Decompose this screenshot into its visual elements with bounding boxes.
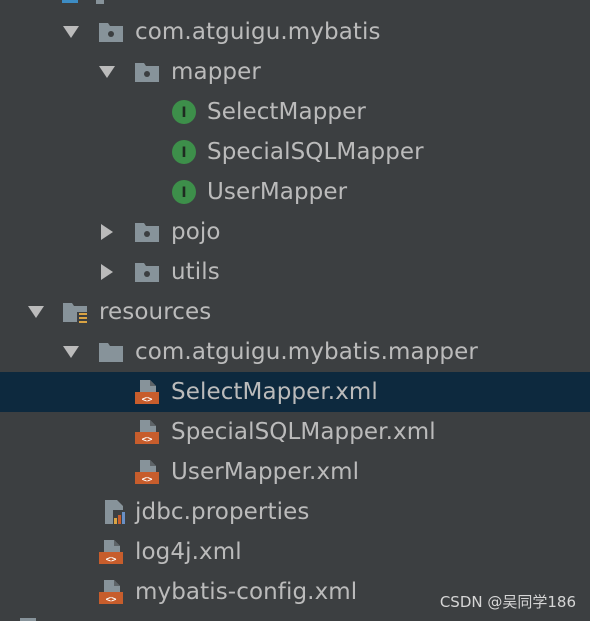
interface-badge: I [181, 105, 186, 121]
project-tree: com.atguigu.mybatis mapper I SelectMappe… [0, 0, 590, 621]
xml-badge: <> [106, 595, 117, 605]
xml-file-icon: <> [99, 580, 123, 605]
interface-badge: I [181, 145, 186, 161]
xml-badge: <> [142, 435, 153, 445]
tree-row-folder-mybatis-mapper[interactable]: com.atguigu.mybatis.mapper [0, 332, 590, 372]
tree-row-label: mybatis-config.xml [135, 579, 358, 605]
tree-row-label: SpecialSQLMapper.xml [171, 419, 436, 445]
package-folder-icon [135, 63, 159, 82]
package-folder-icon [135, 223, 159, 242]
xml-file-icon: <> [135, 420, 159, 445]
tree-row-file-usermapper-xml[interactable]: <> UserMapper.xml [0, 452, 590, 492]
resources-folder-icon [63, 303, 87, 324]
xml-badge: <> [106, 555, 117, 565]
tree-row-file-jdbc-properties[interactable]: jdbc.properties [0, 492, 590, 532]
tree-row-label: SelectMapper [207, 99, 366, 125]
watermark: CSDN @吴同学186 [439, 593, 576, 611]
tree-row-interface-specialsqlmapper[interactable]: I SpecialSQLMapper [0, 132, 590, 172]
tree-row-label: jdbc.properties [135, 499, 310, 525]
xml-file-icon: <> [135, 380, 159, 405]
tree-row-label: utils [171, 259, 220, 285]
tree-row-folder-resources[interactable]: resources [0, 292, 590, 332]
tree-row-label: pojo [171, 219, 221, 245]
interface-badge: I [181, 185, 186, 201]
tree-row-label: SpecialSQLMapper [207, 139, 424, 165]
tree-row-label: resources [99, 299, 212, 325]
chevron-right-icon[interactable] [98, 263, 116, 281]
xml-file-icon: <> [135, 460, 159, 485]
clipped-row-above [62, 0, 104, 4]
interface-icon: I [172, 180, 196, 204]
tree-row-label: UserMapper [207, 179, 348, 205]
folder-icon [99, 343, 123, 362]
tree-row-package-mybatis[interactable]: com.atguigu.mybatis [0, 12, 590, 52]
chevron-down-icon[interactable] [98, 63, 116, 81]
chevron-down-icon[interactable] [62, 23, 80, 41]
tree-row-interface-usermapper[interactable]: I UserMapper [0, 172, 590, 212]
tree-row-file-selectmapper-xml[interactable]: <> SelectMapper.xml [0, 372, 590, 412]
tree-row-interface-selectmapper[interactable]: I SelectMapper [0, 92, 590, 132]
chevron-right-icon[interactable] [98, 223, 116, 241]
chevron-down-icon[interactable] [27, 303, 45, 321]
interface-icon: I [172, 140, 196, 164]
tree-row-label: SelectMapper.xml [171, 379, 378, 405]
tree-row-label: com.atguigu.mybatis [135, 19, 381, 45]
xml-badge: <> [142, 475, 153, 485]
clipped-row-below [20, 618, 36, 621]
package-folder-icon [135, 263, 159, 282]
package-folder-icon [99, 23, 123, 42]
chevron-down-icon[interactable] [62, 343, 80, 361]
tree-row-package-utils[interactable]: utils [0, 252, 590, 292]
tree-row-label: com.atguigu.mybatis.mapper [135, 339, 478, 365]
tree-row-label: log4j.xml [135, 539, 242, 565]
tree-row-package-pojo[interactable]: pojo [0, 212, 590, 252]
tree-row-file-specialsqlmapper-xml[interactable]: <> SpecialSQLMapper.xml [0, 412, 590, 452]
tree-row-label: UserMapper.xml [171, 459, 360, 485]
tree-row-file-log4j-xml[interactable]: <> log4j.xml [0, 532, 590, 572]
interface-icon: I [172, 100, 196, 124]
xml-badge: <> [142, 395, 153, 405]
properties-file-icon [105, 500, 127, 524]
tree-row-package-mapper[interactable]: mapper [0, 52, 590, 92]
xml-file-icon: <> [99, 540, 123, 565]
tree-row-label: mapper [171, 59, 261, 85]
